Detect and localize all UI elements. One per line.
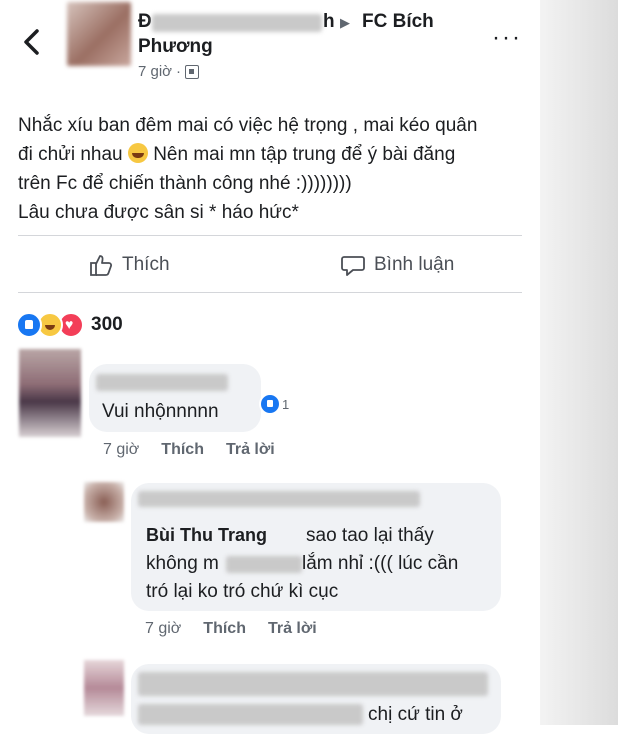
like-label: Thích bbox=[122, 254, 170, 275]
reaction-count: 300 bbox=[91, 314, 123, 335]
blurred-text bbox=[138, 704, 363, 725]
meta-separator: · bbox=[176, 63, 182, 80]
back-arrow-icon[interactable] bbox=[20, 27, 44, 57]
laughing-emoji-icon bbox=[127, 143, 148, 163]
post-time[interactable]: 7 giờ bbox=[138, 63, 172, 80]
blurred-commenter-name[interactable] bbox=[96, 374, 228, 391]
group-name[interactable]: FC Bích bbox=[362, 11, 434, 33]
like-button[interactable]: Thích bbox=[88, 252, 170, 278]
comment-text: tró lại ko tró chứ kì cục bbox=[146, 581, 339, 602]
blurred-text bbox=[226, 556, 302, 573]
comment-time[interactable]: 7 giờ bbox=[103, 441, 139, 459]
like-reaction-icon bbox=[16, 312, 42, 338]
post-line: trên Fc để chiến thành công nhé :)))))))… bbox=[18, 173, 352, 194]
comment-reply-link[interactable]: Trả lời bbox=[226, 441, 275, 459]
commenter-avatar[interactable] bbox=[19, 349, 81, 437]
divider bbox=[18, 235, 522, 236]
comment-like-link[interactable]: Thích bbox=[203, 620, 246, 638]
comment-reaction-count: 1 bbox=[282, 396, 290, 412]
group-name-line2[interactable]: Phương bbox=[138, 36, 213, 58]
commenter-avatar[interactable] bbox=[84, 660, 124, 716]
post-body: Nhắc xíu ban đêm mai có việc hệ trọng , … bbox=[18, 111, 518, 227]
comment-actions: 7 giờ Thích Trả lời bbox=[145, 620, 317, 638]
post-line: Nhắc xíu ban đêm mai có việc hệ trọng , … bbox=[18, 115, 478, 136]
comment-text: chị cứ tin ở bbox=[368, 704, 463, 725]
commenter-avatar[interactable] bbox=[84, 482, 124, 522]
comment-text: Vui nhộnnnnn bbox=[102, 401, 219, 422]
comment-reply-link[interactable]: Trả lời bbox=[268, 620, 317, 638]
like-reaction-icon bbox=[259, 393, 281, 415]
comment-reaction[interactable]: 1 bbox=[258, 393, 290, 415]
poster-name-end[interactable]: h bbox=[323, 11, 335, 33]
comment-icon bbox=[341, 256, 365, 276]
screenshot-margin bbox=[540, 0, 618, 725]
poster-name-start[interactable]: Đ bbox=[138, 11, 152, 33]
post-line: Lâu chưa được sân si * háo hức* bbox=[18, 202, 299, 223]
blurred-commenter-name[interactable] bbox=[138, 672, 488, 696]
comment-text: sao tao lại thấy bbox=[306, 525, 434, 546]
group-privacy-icon bbox=[185, 64, 200, 79]
comment-button[interactable]: Bình luận bbox=[340, 252, 454, 278]
triangle-right-icon: ▶ bbox=[340, 15, 350, 30]
blurred-name bbox=[152, 14, 322, 32]
comment-text: lắm nhỉ :((( lúc cần bbox=[302, 553, 459, 574]
post-screen: Đ h ▶ FC Bích Phương 7 giờ · ··· Nhắc xí… bbox=[0, 0, 540, 734]
tagged-user-name[interactable]: Bùi Thu Trang bbox=[146, 525, 267, 546]
post-meta: 7 giờ · bbox=[138, 63, 200, 80]
comment-text: không m bbox=[146, 553, 219, 574]
reaction-summary[interactable]: 300 bbox=[16, 312, 123, 338]
blurred-commenter-name[interactable] bbox=[138, 491, 420, 507]
comment-like-link[interactable]: Thích bbox=[161, 441, 204, 459]
comment-time[interactable]: 7 giờ bbox=[145, 620, 181, 638]
more-options-button[interactable]: ··· bbox=[492, 26, 522, 50]
comment-actions: 7 giờ Thích Trả lời bbox=[103, 441, 275, 459]
comment-label: Bình luận bbox=[374, 254, 455, 275]
poster-avatar[interactable] bbox=[67, 2, 131, 66]
divider bbox=[18, 292, 522, 293]
thumbs-up-icon bbox=[90, 255, 113, 276]
post-line: đi chửi nhau Nên mai mn tập trung để ý b… bbox=[18, 143, 456, 165]
